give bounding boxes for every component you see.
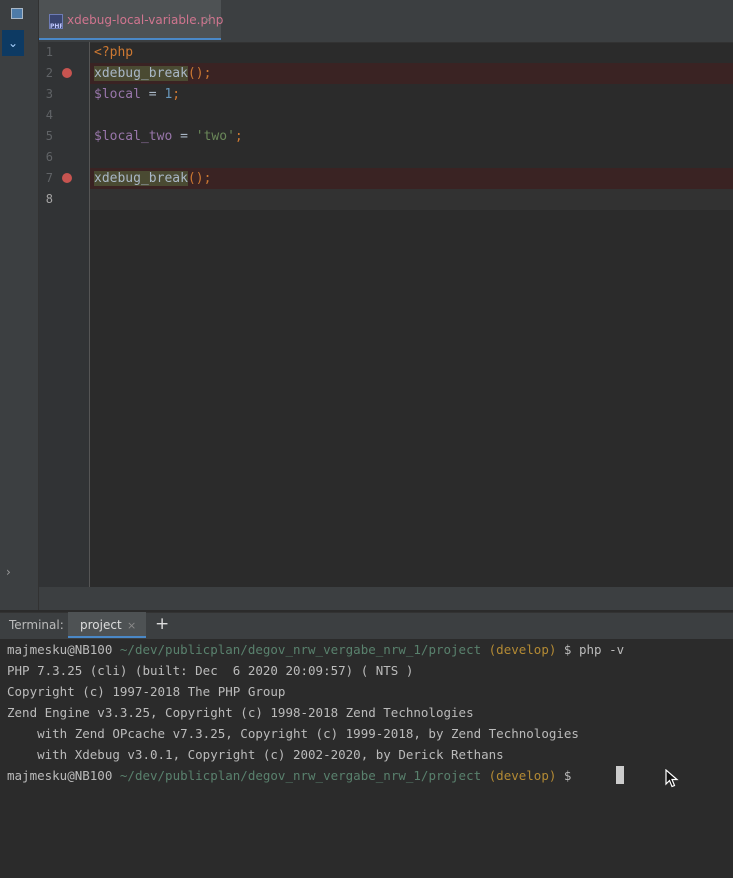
prompt-branch: (develop) — [488, 768, 557, 783]
prompt-symbol: $ — [563, 642, 572, 657]
code-token: = — [140, 87, 165, 102]
chevron-down-icon[interactable]: ⌄ — [2, 30, 24, 56]
line-number: 8 — [45, 192, 53, 206]
line-number: 1 — [45, 45, 53, 59]
code-line[interactable]: $local_two = 'two'; — [94, 126, 243, 147]
caret-row-highlight — [90, 189, 733, 210]
code-token: = — [172, 129, 196, 144]
code-line[interactable]: xdebug_break(); — [94, 63, 211, 84]
code-line[interactable]: xdebug_break(); — [94, 168, 211, 189]
terminal-cursor — [616, 766, 624, 784]
prompt-user: majmesku@NB100 — [7, 768, 113, 783]
code-token: ; — [234, 129, 243, 144]
add-terminal-button[interactable]: + — [155, 614, 169, 634]
close-icon[interactable]: × — [127, 619, 136, 632]
php-file-icon: PHP — [49, 14, 63, 29]
code-token: ; — [172, 87, 181, 102]
prompt-branch: (develop) — [488, 642, 557, 657]
prompt-user: majmesku@NB100 — [7, 642, 113, 657]
terminal-title: Terminal: — [9, 618, 64, 632]
prompt-path: ~/dev/publicplan/degov_nrw_vergabe_nrw_1… — [119, 768, 482, 783]
terminal-output-line: with Xdebug v3.0.1, Copyright (c) 2002-2… — [7, 747, 504, 762]
terminal-output-line: PHP 7.3.25 (cli) (built: Dec 6 2020 20:0… — [7, 663, 414, 678]
line-number: 4 — [45, 108, 53, 122]
terminal-output-line: Copyright (c) 1997-2018 The PHP Group — [7, 684, 286, 699]
code-token: xdebug_break — [94, 171, 188, 186]
prompt-path: ~/dev/publicplan/degov_nrw_vergabe_nrw_1… — [119, 642, 482, 657]
project-panel — [27, 0, 39, 610]
breakpoint-icon[interactable] — [62, 68, 72, 78]
code-token: 'two' — [195, 129, 235, 144]
editor-tab-filename[interactable]: xdebug-local-variable.php — [67, 13, 223, 27]
terminal-prompt-line: majmesku@NB100 ~/dev/publicplan/degov_nr… — [7, 639, 624, 660]
chevron-right-icon[interactable]: › — [6, 565, 11, 579]
code-token: (); — [187, 66, 212, 81]
code-token: <?php — [94, 45, 134, 60]
terminal-output-line: Zend Engine v3.3.25, Copyright (c) 1998-… — [7, 705, 474, 720]
editor-bottom-bar — [39, 587, 733, 610]
code-line[interactable]: <?php — [94, 42, 133, 63]
tool-window-strip — [0, 0, 28, 610]
mouse-pointer-icon — [665, 769, 679, 788]
terminal-tab-label[interactable]: project — [80, 618, 122, 632]
line-number: 2 — [45, 66, 53, 80]
code-token: xdebug_break — [94, 66, 188, 81]
line-number: 6 — [45, 150, 53, 164]
terminal-prompt-line: majmesku@NB100 ~/dev/publicplan/degov_nr… — [7, 765, 571, 786]
line-number: 7 — [45, 171, 53, 185]
terminal-output-line: with Zend OPcache v7.3.25, Copyright (c)… — [7, 726, 579, 741]
editor-gutter[interactable] — [39, 42, 90, 587]
code-token: (); — [187, 171, 212, 186]
breakpoint-icon[interactable] — [62, 173, 72, 183]
line-number: 3 — [45, 87, 53, 101]
project-window-icon[interactable] — [11, 8, 23, 19]
code-line[interactable]: $local = 1; — [94, 84, 180, 105]
terminal-command: php -v — [578, 642, 625, 657]
prompt-symbol: $ — [563, 768, 572, 783]
code-token: $local_two — [94, 129, 173, 144]
close-icon[interactable]: × — [203, 13, 212, 26]
code-token: $local — [94, 87, 141, 102]
line-number: 5 — [45, 129, 53, 143]
